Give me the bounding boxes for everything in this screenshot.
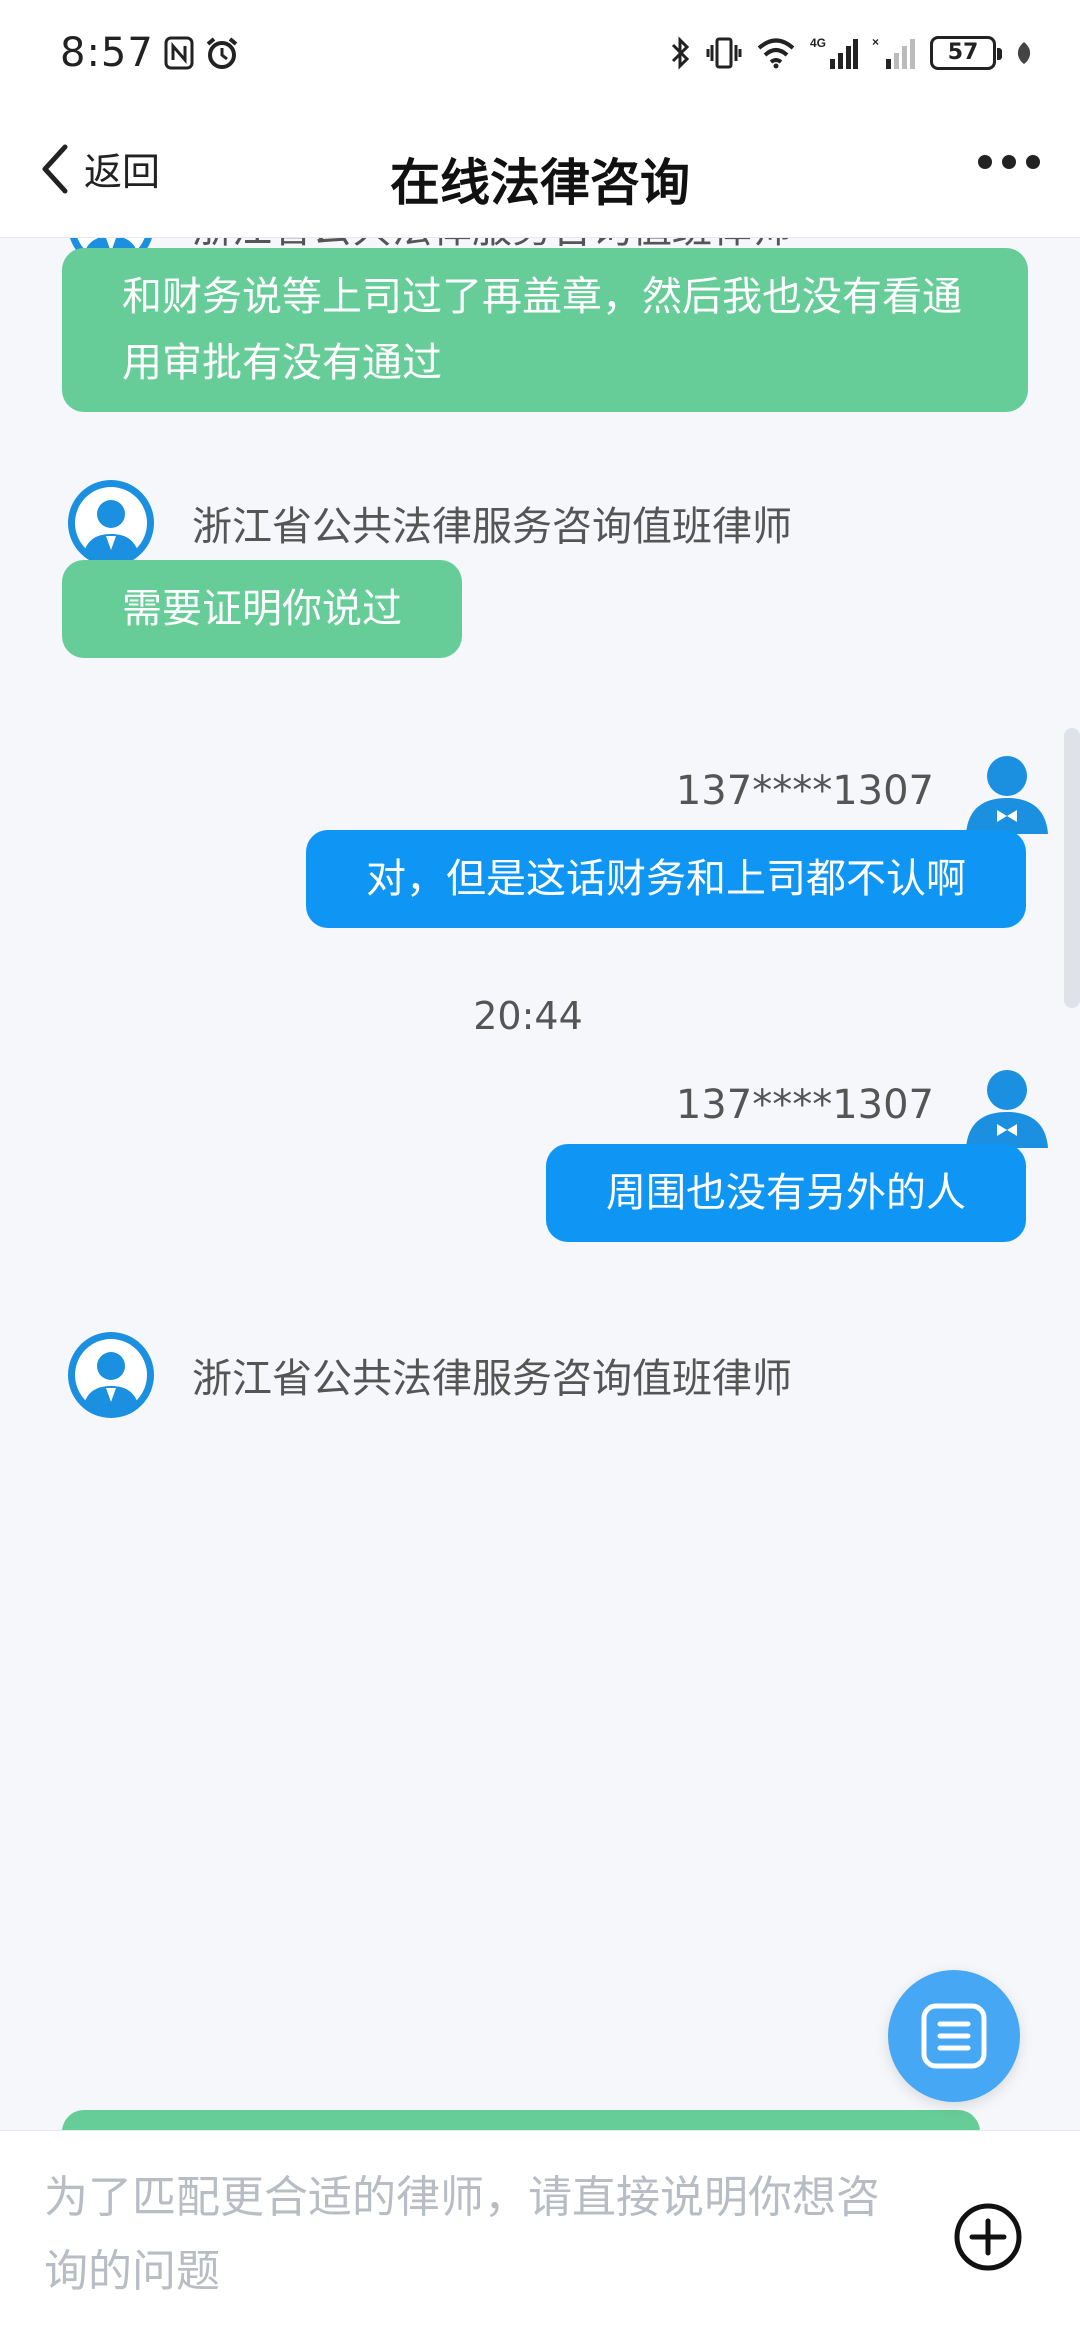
sender-name: 137****1307 (675, 768, 934, 814)
svg-text:4G: 4G (810, 36, 826, 50)
page-title: 在线法律咨询 (390, 154, 690, 212)
message-bubble[interactable]: 对，但是这话财务和上司都不认啊 (306, 830, 1026, 928)
more-dot-icon (1002, 155, 1016, 169)
sender-name: 浙江省公共法律服务咨询值班律师 (192, 1356, 792, 1402)
message-bubble[interactable]: 需要证明你说过 (62, 560, 462, 658)
signal-icon: × (872, 35, 916, 71)
lawyer-avatar-icon (68, 480, 154, 566)
list-icon (920, 2002, 988, 2070)
message-sender-row: 浙江省公共法律服务咨询值班律师 (68, 480, 792, 566)
status-left: 8:57 (60, 30, 240, 76)
input-bar: 为了匹配更合适的律师，请直接说明你想咨询的问题 (0, 2130, 1080, 2340)
app-header: 返回 在线法律咨询 (0, 105, 1080, 238)
more-dot-icon (1026, 155, 1040, 169)
time-separator: 20:44 (473, 994, 583, 1038)
nfc-icon (164, 36, 194, 70)
chat-message-list[interactable]: 浙江省公共法律服务咨询值班律师 和财务说等上司过了再盖章，然后我也没有看通用审批… (0, 238, 1080, 2130)
menu-fab-button[interactable] (888, 1970, 1020, 2102)
vibrate-icon (706, 35, 742, 71)
signal-4g-icon: 4G (810, 35, 858, 71)
message-sender-row: 137****1307 (676, 748, 1050, 834)
battery-icon: 57 (930, 35, 1002, 70)
more-options-button[interactable] (978, 155, 1040, 169)
lawyer-avatar-icon (68, 1332, 154, 1418)
message-sender-row: 137****1307 (676, 1062, 1050, 1148)
message-bubble[interactable] (62, 2110, 980, 2130)
message-sender-row: 浙江省公共法律服务咨询值班律师 (68, 1332, 792, 1418)
svg-text:×: × (872, 35, 879, 49)
user-avatar-icon (964, 748, 1050, 834)
message-bubble[interactable]: 周围也没有另外的人 (546, 1144, 1026, 1242)
leaf-icon (1016, 40, 1032, 66)
scrollbar[interactable] (1064, 728, 1080, 1008)
message-bubble[interactable]: 和财务说等上司过了再盖章，然后我也没有看通用审批有没有通过 (62, 248, 1028, 412)
status-right: 4G × 57 (670, 35, 1032, 71)
alarm-icon (204, 35, 240, 71)
wifi-icon (756, 37, 796, 69)
plus-circle-icon (953, 2202, 1023, 2272)
more-dot-icon (978, 155, 992, 169)
add-attachment-button[interactable] (952, 2201, 1024, 2273)
status-bar: 8:57 4G × 57 (0, 0, 1080, 105)
message-input[interactable]: 为了匹配更合适的律师，请直接说明你想咨询的问题 (44, 2161, 904, 2309)
user-avatar-icon (964, 1062, 1050, 1148)
sender-name: 浙江省公共法律服务咨询值班律师 (192, 504, 792, 550)
sender-name: 137****1307 (675, 1082, 934, 1128)
status-time: 8:57 (60, 29, 154, 76)
bluetooth-icon (670, 35, 692, 71)
